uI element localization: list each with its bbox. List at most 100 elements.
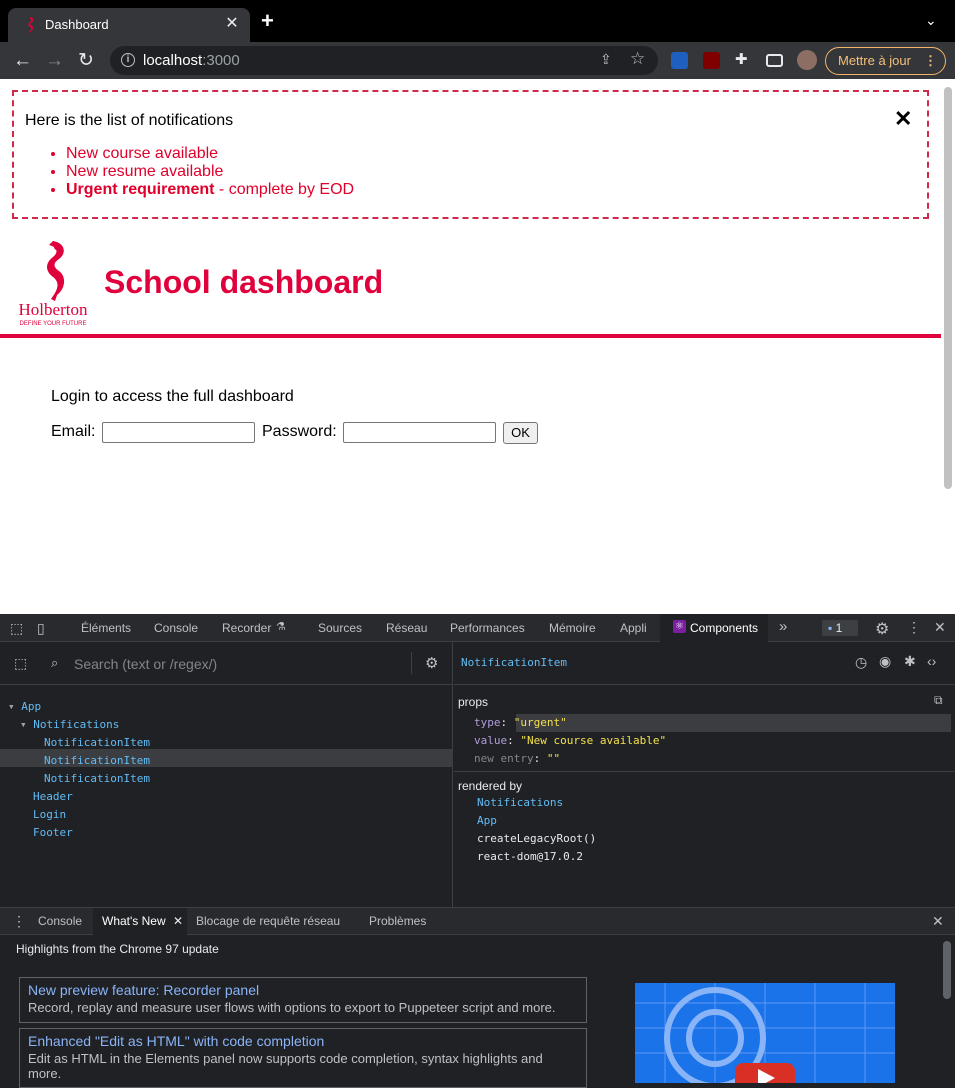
prop-new-entry[interactable]: new entry: "" xyxy=(474,752,560,765)
props-heading: props xyxy=(458,695,489,709)
notification-item[interactable]: New resume available xyxy=(66,163,354,181)
browser-tab[interactable]: Dashboard ✕ xyxy=(8,8,250,42)
whats-new-heading: Highlights from the Chrome 97 update xyxy=(16,942,219,956)
url-host: localhost xyxy=(143,52,203,69)
svg-text:Holberton: Holberton xyxy=(19,300,88,319)
login-prompt: Login to access the full dashboard xyxy=(51,388,294,405)
site-info-icon[interactable]: i xyxy=(121,53,135,67)
tree-settings-gear-icon[interactable]: ⚙ xyxy=(425,654,438,672)
copy-icon[interactable]: ⧉ xyxy=(934,693,943,708)
drawer-tab-whats-new[interactable]: What's New ✕ xyxy=(93,908,187,935)
tab-sources[interactable]: Sources xyxy=(318,621,362,635)
card-title[interactable]: New preview feature: Recorder panel xyxy=(28,982,578,998)
svg-text:DEFINE YOUR FUTURE: DEFINE YOUR FUTURE xyxy=(20,321,87,327)
component-inspector-pane: NotificationItem ◷ ◉ ✱ ‹› props ⧉ type: … xyxy=(454,642,955,907)
tab-components[interactable]: ⚛ Components xyxy=(660,614,768,642)
prop-row-type[interactable]: type: "urgent" xyxy=(474,716,567,729)
prop-highlight xyxy=(516,714,951,732)
tab-elements[interactable]: Éléments xyxy=(81,621,131,635)
menu-dots-icon[interactable]: ⋮ xyxy=(924,48,937,74)
extensions-puzzle-icon[interactable]: ✚ xyxy=(735,50,752,68)
rendered-by-item[interactable]: App xyxy=(477,814,497,827)
chrome-devtools-graphic-icon xyxy=(635,983,895,1083)
settings-gear-icon[interactable]: ⚙ xyxy=(875,619,889,639)
new-tab-button[interactable]: + xyxy=(261,10,274,32)
tree-node-header[interactable]: Header xyxy=(33,790,73,803)
tree-node-app[interactable]: ▾ App xyxy=(8,700,41,713)
tab-application[interactable]: Appli xyxy=(620,621,647,635)
messages-badge[interactable]: ▪ 1 xyxy=(822,620,858,636)
inspect-element-icon[interactable]: ⬚ xyxy=(10,620,23,637)
ok-button[interactable]: OK xyxy=(503,422,538,444)
tab-console[interactable]: Console xyxy=(154,621,198,635)
card-title[interactable]: Enhanced "Edit as HTML" with code comple… xyxy=(28,1033,578,1049)
tab-close-icon[interactable]: ✕ xyxy=(222,13,242,33)
email-label: Email: xyxy=(51,423,96,440)
close-tab-icon[interactable]: ✕ xyxy=(173,914,183,928)
tab-recorder[interactable]: Recorder xyxy=(222,621,271,635)
prop-row-value[interactable]: value: "New course available" xyxy=(474,734,666,747)
close-drawer-icon[interactable]: ✕ xyxy=(932,913,944,930)
drawer-tab-request-blocking[interactable]: Blocage de requête réseau xyxy=(196,914,340,928)
ublock-extension-icon[interactable] xyxy=(703,52,720,69)
password-field[interactable] xyxy=(343,422,496,443)
rendered-by-heading: rendered by xyxy=(458,779,523,793)
notifications-close-button[interactable]: ✕ xyxy=(894,106,912,132)
tab-performance[interactable]: Performances xyxy=(450,621,525,635)
tab-network[interactable]: Réseau xyxy=(386,621,427,635)
flask-icon: ⚗ xyxy=(276,621,286,633)
tab-components-label: Components xyxy=(690,621,759,635)
drawer-menu-icon[interactable]: ⋮ xyxy=(12,913,26,930)
view-source-icon[interactable]: ‹› xyxy=(927,653,936,669)
notification-item[interactable]: New course available xyxy=(66,145,354,163)
drawer-tab-whats-new-label: What's New xyxy=(102,914,166,928)
drawer-tab-issues[interactable]: Problèmes xyxy=(369,914,426,928)
component-tree-pane: ⬚ ⌕ Search (text or /regex/) ⚙ ▾ App ▾ N… xyxy=(0,642,453,907)
drawer-tab-console[interactable]: Console xyxy=(38,914,82,928)
holberton-favicon-icon xyxy=(28,17,34,33)
tree-node-notification-item[interactable]: NotificationItem xyxy=(44,772,150,785)
bitwarden-extension-icon[interactable] xyxy=(671,52,688,69)
email-field[interactable] xyxy=(102,422,255,443)
timer-icon[interactable]: ◷ xyxy=(855,654,867,671)
drawer-scrollbar[interactable] xyxy=(943,941,951,999)
select-component-icon[interactable]: ⬚ xyxy=(14,655,27,672)
cast-icon[interactable] xyxy=(766,54,783,67)
tab-search-icon[interactable]: ⌄ xyxy=(925,12,937,29)
tree-node-notification-item[interactable]: NotificationItem xyxy=(44,754,150,767)
forward-arrow-icon[interactable]: → xyxy=(45,51,64,70)
back-arrow-icon[interactable]: ← xyxy=(13,51,32,70)
update-button[interactable]: Mettre à jour ⋮ xyxy=(825,47,946,75)
drawer-tabbar: ⋮ Console What's New ✕ Blocage de requêt… xyxy=(0,908,955,935)
share-icon[interactable]: ⇪ xyxy=(600,51,612,68)
tree-node-footer[interactable]: Footer xyxy=(33,826,73,839)
profile-avatar[interactable] xyxy=(797,50,817,70)
more-tabs-icon[interactable]: » xyxy=(779,618,787,635)
kebab-menu-icon[interactable]: ⋮ xyxy=(907,619,921,636)
address-bar[interactable]: i localhost:3000 ⇪ ☆ xyxy=(110,46,658,75)
component-search-bar: ⬚ ⌕ Search (text or /regex/) ⚙ xyxy=(0,642,453,685)
message-icon: ▪ xyxy=(828,621,833,635)
whats-new-video-thumbnail[interactable] xyxy=(635,983,895,1083)
close-devtools-icon[interactable]: ✕ xyxy=(934,619,946,636)
search-divider xyxy=(411,652,412,674)
notification-item-urgent[interactable]: Urgent requirement - complete by EOD xyxy=(66,181,354,199)
tree-node-login[interactable]: Login xyxy=(33,808,66,821)
bookmark-star-icon[interactable]: ☆ xyxy=(630,49,645,69)
section-divider xyxy=(454,771,955,772)
eye-icon[interactable]: ◉ xyxy=(879,653,891,670)
bug-icon[interactable]: ✱ xyxy=(904,653,916,670)
component-search-input[interactable]: Search (text or /regex/) xyxy=(74,656,217,672)
tree-node-notifications[interactable]: ▾ Notifications xyxy=(20,718,119,731)
tree-node-notification-item[interactable]: NotificationItem xyxy=(44,736,150,749)
whats-new-card[interactable]: Enhanced "Edit as HTML" with code comple… xyxy=(19,1028,587,1088)
reload-icon[interactable]: ↻ xyxy=(78,51,94,70)
notifications-list: New course available New resume availabl… xyxy=(66,145,354,199)
search-icon: ⌕ xyxy=(51,655,59,670)
page-scrollbar[interactable] xyxy=(944,87,952,489)
whats-new-card[interactable]: New preview feature: Recorder panel Reco… xyxy=(19,977,587,1023)
rendered-by-item[interactable]: Notifications xyxy=(477,796,563,809)
tab-memory[interactable]: Mémoire xyxy=(549,621,596,635)
device-toolbar-icon[interactable]: ▯ xyxy=(37,620,45,637)
notifications-panel: Here is the list of notifications ✕ New … xyxy=(12,90,929,219)
